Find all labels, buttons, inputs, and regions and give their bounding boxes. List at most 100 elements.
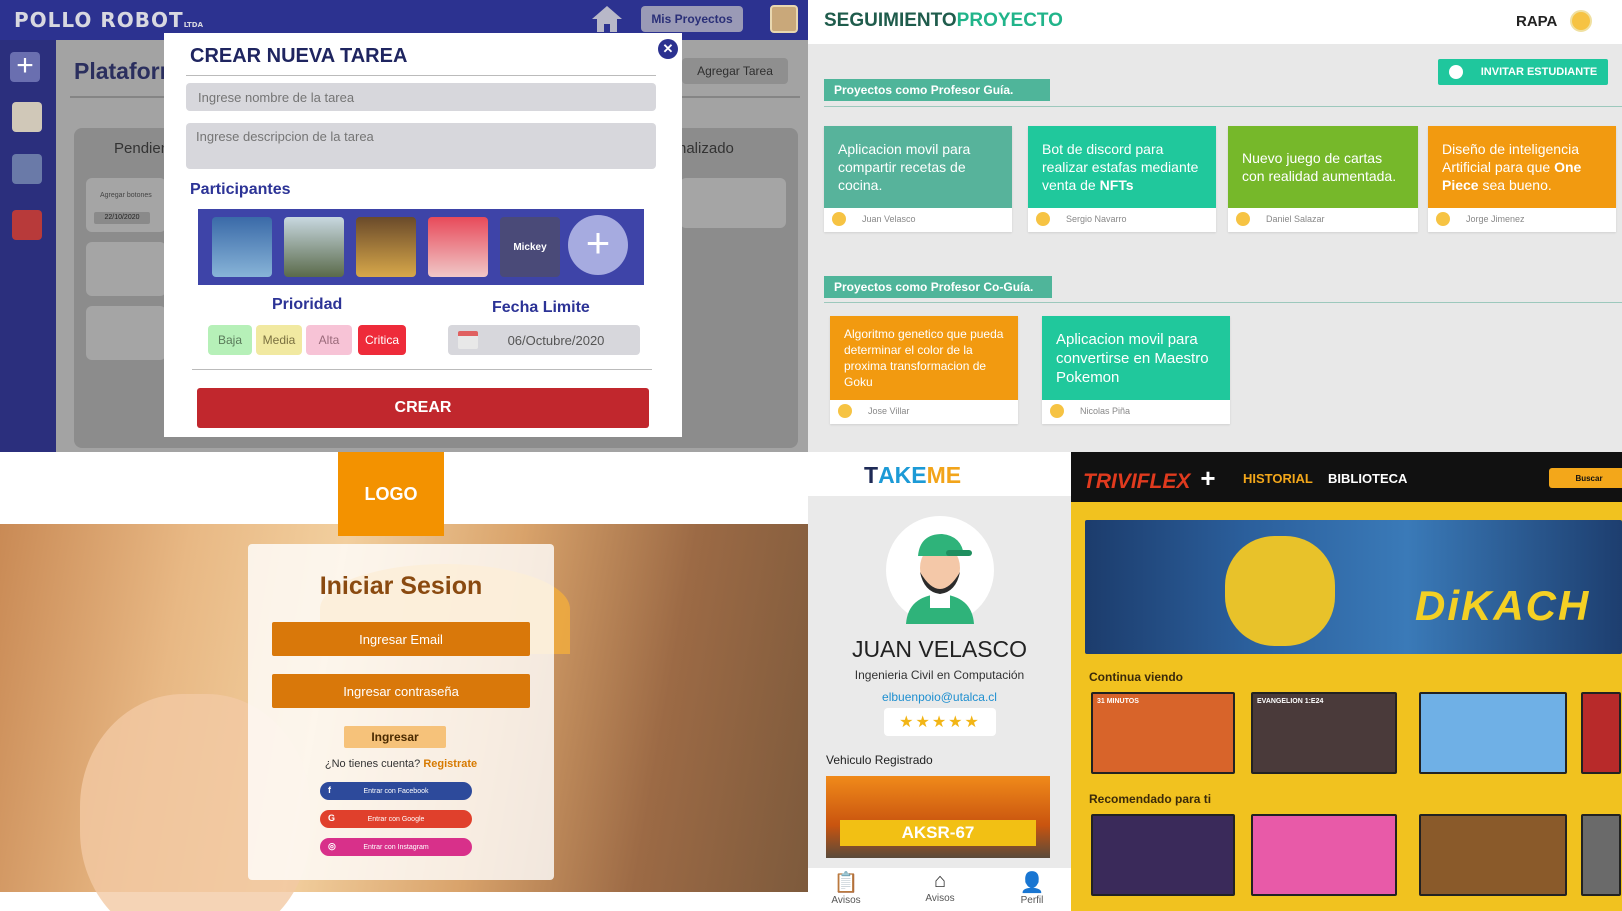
project-card[interactable]: Aplicacion movil para compartir recetas …: [824, 126, 1012, 232]
hero-title: DiKACH: [1415, 582, 1591, 629]
media-thumbnail[interactable]: [1251, 814, 1397, 896]
priority-3-button[interactable]: Critica: [358, 325, 406, 355]
project-title: Aplicacion movil para convertirse en Mae…: [1042, 316, 1230, 400]
prioridad-label: Prioridad: [272, 296, 343, 313]
project-owner: Sergio Navarro: [1028, 208, 1216, 230]
task-card[interactable]: [680, 178, 786, 228]
triviflex-logo[interactable]: TRIVIFLEX: [1083, 470, 1190, 494]
social-login-button[interactable]: f Entrar con Facebook: [320, 782, 472, 800]
project-title: Algoritmo genetico que pueda determinar …: [830, 316, 1018, 400]
plus-icon: +: [1200, 463, 1216, 493]
profile-avatar[interactable]: [886, 516, 994, 624]
priority-1-button[interactable]: Media: [256, 325, 302, 355]
participant-avatar[interactable]: [356, 217, 416, 277]
task-description-input[interactable]: [186, 123, 656, 169]
nav-perfil[interactable]: 👤 Perfil: [1002, 870, 1062, 906]
participantes-label: Participantes: [190, 181, 291, 198]
fecha-limite-input[interactable]: 06/Octubre/2020: [448, 325, 640, 355]
buscar-button[interactable]: Buscar: [1549, 468, 1622, 488]
user-name: JUAN VELASCO: [851, 636, 1028, 662]
social-login-button[interactable]: G Entrar con Google: [320, 810, 472, 828]
project-card[interactable]: Nuevo juego de cartas con realidad aumen…: [1228, 126, 1418, 232]
project-card[interactable]: Aplicacion movil para convertirse en Mae…: [1042, 316, 1230, 424]
participant-avatar[interactable]: [284, 217, 344, 277]
divider: [824, 106, 1622, 107]
priority-2-button[interactable]: Alta: [306, 325, 352, 355]
social-login-button[interactable]: ◎ Entrar con Instagram: [320, 838, 472, 856]
owner-avatar-icon: [1236, 212, 1250, 226]
registrate-link[interactable]: Registrate: [423, 758, 477, 770]
member-avatar[interactable]: [12, 102, 42, 132]
project-owner: Jorge Jimenez: [1428, 208, 1616, 230]
owner-avatar-icon: [832, 212, 846, 226]
bearded-man-icon: [906, 534, 974, 624]
continua-viendo-label: Continua viendo: [1089, 670, 1183, 684]
close-icon[interactable]: ✕: [658, 39, 678, 59]
user-career: Ingenieria Civil en Computación: [854, 668, 1025, 682]
brand-logo[interactable]: POLLO ROBOTLTDA: [14, 8, 203, 32]
hero-banner[interactable]: DiKACH: [1085, 520, 1622, 654]
media-thumbnail[interactable]: [1581, 814, 1621, 896]
pollo-robot-panel: POLLO ROBOTLTDA Mis Proyectos + Platafor…: [0, 0, 808, 452]
media-thumbnail[interactable]: [1091, 814, 1235, 896]
nav-historial[interactable]: HISTORIAL: [1243, 471, 1313, 486]
project-card[interactable]: Bot de discord para realizar estafas med…: [1028, 126, 1216, 232]
media-thumbnail[interactable]: 31 MINUTOS: [1091, 692, 1235, 774]
add-project-icon[interactable]: +: [10, 51, 40, 82]
pikachu-shape: [1225, 536, 1335, 646]
nav-avisos[interactable]: 📋 Avisos: [816, 870, 876, 906]
project-title: Nuevo juego de cartas con realidad aumen…: [1228, 126, 1418, 208]
participant-avatar[interactable]: [212, 217, 272, 277]
task-card[interactable]: [86, 306, 166, 360]
user-avatar[interactable]: [770, 5, 798, 33]
app-logo[interactable]: SEGUIMIENTOPROYECTO: [824, 10, 1063, 32]
home-icon[interactable]: [590, 4, 624, 34]
user-name[interactable]: RAPA: [1516, 13, 1557, 30]
takeme-logo: TAKEME: [864, 462, 962, 488]
media-thumbnail[interactable]: [1419, 692, 1567, 774]
member-avatar[interactable]: [12, 154, 42, 184]
project-owner: Jose Villar: [830, 400, 1018, 422]
add-participant-icon[interactable]: +: [568, 215, 628, 275]
invitar-estudiante-button[interactable]: INVITAR ESTUDIANTE: [1438, 59, 1608, 85]
nav-biblioteca[interactable]: BIBLIOTECA: [1328, 471, 1407, 486]
social-label: Entrar con Instagram: [363, 843, 429, 851]
participants-box: Mickey +: [198, 209, 644, 285]
media-thumbnail[interactable]: [1419, 814, 1567, 896]
email-field[interactable]: Ingresar Email: [272, 622, 530, 656]
owner-avatar-icon: [1036, 212, 1050, 226]
date-value: 06/Octubre/2020: [507, 332, 605, 348]
user-avatar[interactable]: [1570, 10, 1592, 32]
user-email[interactable]: elbuenpoio@utalca.cl: [808, 690, 1071, 704]
column-finalizado: nalizado: [678, 140, 734, 157]
member-avatar[interactable]: [12, 210, 42, 240]
clipboard-icon: 📋: [833, 872, 859, 894]
project-title: Bot de discord para realizar estafas med…: [1028, 126, 1216, 208]
ingresar-button[interactable]: Ingresar: [344, 726, 446, 748]
mis-proyectos-button[interactable]: Mis Proyectos: [641, 6, 743, 32]
participant-avatar[interactable]: [428, 217, 488, 277]
password-field[interactable]: Ingresar contraseña: [272, 674, 530, 708]
media-thumbnail[interactable]: EVANGELION 1:E24: [1251, 692, 1397, 774]
invitar-label: INVITAR ESTUDIANTE: [1480, 66, 1598, 78]
nav-avisos-home[interactable]: ⌂ Avisos: [910, 870, 970, 904]
task-name-input[interactable]: [186, 83, 656, 111]
divider: [824, 302, 1622, 303]
project-card[interactable]: Algoritmo genetico que pueda determinar …: [830, 316, 1018, 424]
vehiculo-label: Vehiculo Registrado: [826, 753, 933, 767]
agregar-tarea-button[interactable]: Agregar Tarea: [682, 58, 788, 84]
project-owner: Juan Velasco: [824, 208, 1012, 230]
crear-tarea-modal: CREAR NUEVA TAREA ✕ Participantes Mickey…: [164, 33, 682, 437]
project-card[interactable]: Diseño de inteligencia Artificial para q…: [1428, 126, 1616, 232]
priority-0-button[interactable]: Baja: [208, 325, 252, 355]
task-date: 22/10/2020: [94, 212, 150, 224]
participant-avatar-mickey[interactable]: Mickey: [500, 217, 560, 277]
media-thumbnail[interactable]: [1581, 692, 1621, 774]
social-label: Entrar con Facebook: [363, 787, 429, 795]
owner-avatar-icon: [838, 404, 852, 418]
task-card[interactable]: [86, 242, 166, 296]
column-pendiente: Pendien: [114, 140, 170, 157]
crear-button[interactable]: CREAR: [197, 388, 649, 428]
task-card[interactable]: Agregar botones 22/10/2020: [86, 178, 166, 232]
task-text: Agregar botones: [100, 192, 152, 199]
